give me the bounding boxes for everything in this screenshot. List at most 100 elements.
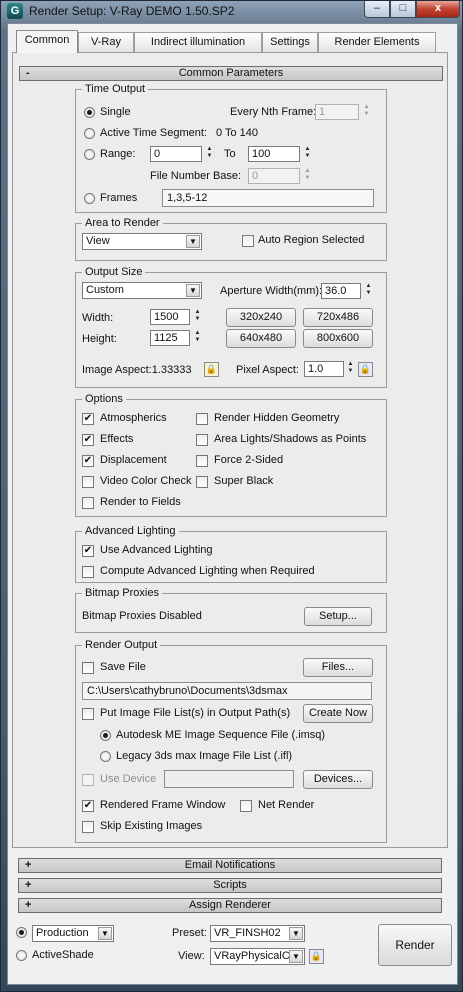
imsq-label: Autodesk ME Image Sequence File (.imsq) <box>116 729 326 741</box>
output-size-preset-dropdown[interactable]: Custom ▼ <box>82 282 202 299</box>
minimize-button[interactable]: – <box>364 1 390 18</box>
ifl-radio[interactable] <box>100 751 111 762</box>
area-lights-shadows-checkbox[interactable] <box>196 434 208 446</box>
tab-vray[interactable]: V-Ray <box>78 32 134 52</box>
area-to-render-group: Area to Render View ▼ Auto Region Select… <box>75 217 387 261</box>
auto-region-checkbox[interactable] <box>242 235 254 247</box>
rollout-scripts[interactable]: + Scripts <box>18 878 442 893</box>
production-radio[interactable] <box>16 927 27 938</box>
group-title: Options <box>82 393 126 405</box>
bitmap-proxies-setup-button[interactable]: Setup... <box>304 607 372 626</box>
width-spinner-icon[interactable]: ▲ ▼ <box>193 309 202 325</box>
every-nth-frame-label: Every Nth Frame: <box>230 106 317 118</box>
area-lights-shadows-label: Area Lights/Shadows as Points <box>214 433 367 445</box>
tab-settings[interactable]: Settings <box>262 32 318 52</box>
production-value: Production <box>36 927 89 939</box>
render-bottom-bar: Production ▼ ActiveShade Preset: VR_FINS… <box>10 920 456 984</box>
group-title: Bitmap Proxies <box>82 587 162 599</box>
every-nth-frame-field[interactable]: 1 <box>315 104 359 120</box>
pixel-aspect-spinner-icon[interactable]: ▲ ▼ <box>346 361 355 377</box>
preset-320x240-button[interactable]: 320x240 <box>226 308 296 327</box>
render-to-fields-checkbox[interactable] <box>82 497 94 509</box>
create-now-button[interactable]: Create Now <box>303 704 373 723</box>
production-dropdown[interactable]: Production ▼ <box>32 925 114 942</box>
maximize-button[interactable]: □ <box>390 1 416 18</box>
aperture-spinner-icon[interactable]: ▲ ▼ <box>364 283 373 299</box>
compute-advanced-lighting-checkbox[interactable] <box>82 566 94 578</box>
width-field[interactable]: 1500 <box>150 309 190 325</box>
force-2-sided-checkbox[interactable] <box>196 455 208 467</box>
preset-dropdown[interactable]: VR_FINSH02 ▼ <box>210 925 305 942</box>
preset-720x486-button[interactable]: 720x486 <box>303 308 373 327</box>
skip-existing-images-checkbox[interactable] <box>82 821 94 833</box>
active-time-segment-radio[interactable] <box>84 128 95 139</box>
aperture-width-field[interactable]: 36.0 <box>321 283 361 299</box>
rollout-title: Scripts <box>213 879 247 891</box>
rendered-frame-window-label: Rendered Frame Window <box>100 799 226 811</box>
title-bar[interactable]: G Render Setup: V-Ray DEMO 1.50.SP2 – □ … <box>1 1 462 21</box>
files-button[interactable]: Files... <box>303 658 373 677</box>
pixel-aspect-lock-icon[interactable]: 🔒 <box>358 362 373 377</box>
image-aspect-lock-icon[interactable]: 🔒 <box>204 362 219 377</box>
view-dropdown[interactable]: VRayPhysicalC ▼ <box>210 948 305 965</box>
rollout-title: Email Notifications <box>184 859 276 871</box>
ifl-label: Legacy 3ds max Image File List (.ifl) <box>116 750 293 762</box>
use-device-checkbox[interactable] <box>82 774 94 786</box>
render-hidden-geometry-checkbox[interactable] <box>196 413 208 425</box>
frames-radio[interactable] <box>84 193 95 204</box>
put-image-file-list-checkbox[interactable] <box>82 708 94 720</box>
imsq-radio[interactable] <box>100 730 111 741</box>
height-field[interactable]: 1125 <box>150 330 190 346</box>
rollout-assign-renderer[interactable]: + Assign Renderer <box>18 898 442 913</box>
range-from-spinner-icon[interactable]: ▲ ▼ <box>205 146 214 162</box>
pixel-aspect-field[interactable]: 1.0 <box>304 361 344 377</box>
range-from-field[interactable]: 0 <box>150 146 202 162</box>
tab-render-elements[interactable]: Render Elements <box>318 32 436 52</box>
every-nth-spinner-icon[interactable]: ▲ ▼ <box>362 104 371 120</box>
rendered-frame-window-checkbox[interactable]: ✔ <box>82 800 94 812</box>
bitmap-proxies-status: Bitmap Proxies Disabled <box>82 610 202 622</box>
displacement-checkbox[interactable]: ✔ <box>82 455 94 467</box>
range-label: Range: <box>100 148 136 160</box>
advanced-lighting-group: Advanced Lighting ✔ Use Advanced Lightin… <box>75 525 387 583</box>
chevron-down-icon: ▼ <box>186 235 200 248</box>
common-tab-panel: - Common Parameters Time Output Single E… <box>12 52 448 848</box>
effects-checkbox[interactable]: ✔ <box>82 434 94 446</box>
view-lock-icon[interactable]: 🔒 <box>309 949 324 964</box>
height-spinner-icon[interactable]: ▲ ▼ <box>193 330 202 346</box>
use-advanced-lighting-checkbox[interactable]: ✔ <box>82 545 94 557</box>
net-render-checkbox[interactable] <box>240 800 252 812</box>
range-to-spinner-icon[interactable]: ▲ ▼ <box>303 146 312 162</box>
preset-640x480-button[interactable]: 640x480 <box>226 329 296 348</box>
displacement-label: Displacement <box>100 454 167 466</box>
render-button[interactable]: Render <box>378 924 452 966</box>
device-field[interactable] <box>164 770 294 788</box>
range-to-field[interactable]: 100 <box>248 146 300 162</box>
output-path-field[interactable]: C:\Users\cathybruno\Documents\3dsmax <box>82 682 372 700</box>
range-radio[interactable] <box>84 149 95 160</box>
save-file-checkbox[interactable] <box>82 662 94 674</box>
video-color-check-checkbox[interactable] <box>82 476 94 488</box>
pixel-aspect-label: Pixel Aspect: <box>236 364 299 376</box>
single-radio[interactable] <box>84 107 95 118</box>
rollout-title: Common Parameters <box>178 67 284 79</box>
frames-field[interactable]: 1,3,5-12 <box>162 189 374 207</box>
atmospherics-checkbox[interactable]: ✔ <box>82 413 94 425</box>
file-number-base-field[interactable]: 0 <box>248 168 300 184</box>
tab-common[interactable]: Common <box>16 30 78 53</box>
file-number-base-spinner-icon[interactable]: ▲ ▼ <box>303 168 312 184</box>
tab-indirect-illumination[interactable]: Indirect illumination <box>134 32 262 52</box>
view-label: View: <box>178 950 205 962</box>
super-black-checkbox[interactable] <box>196 476 208 488</box>
single-label: Single <box>100 106 131 118</box>
compute-advanced-lighting-label: Compute Advanced Lighting when Required <box>100 565 315 577</box>
rollout-common-parameters[interactable]: - Common Parameters <box>19 66 443 81</box>
activeshade-radio[interactable] <box>16 950 27 961</box>
area-to-render-dropdown[interactable]: View ▼ <box>82 233 202 250</box>
devices-button[interactable]: Devices... <box>303 770 373 789</box>
rollout-email-notifications[interactable]: + Email Notifications <box>18 858 442 873</box>
preset-800x600-button[interactable]: 800x600 <box>303 329 373 348</box>
close-button[interactable]: x <box>416 1 460 18</box>
effects-label: Effects <box>100 433 134 445</box>
group-title: Advanced Lighting <box>82 525 179 537</box>
